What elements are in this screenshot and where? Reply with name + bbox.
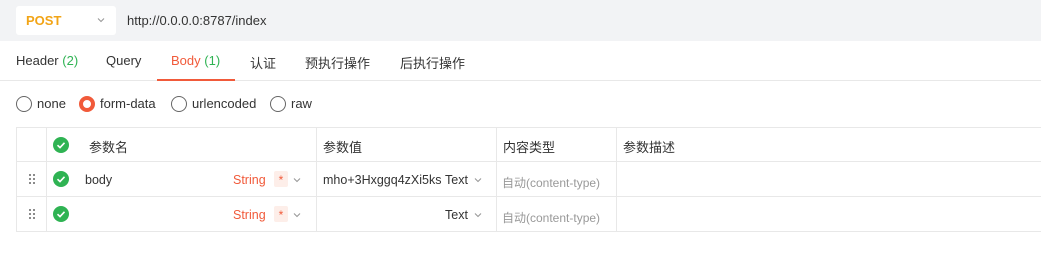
tab-pre-request[interactable]: 预执行操作 (305, 53, 370, 72)
radio-label: urlencoded (192, 96, 257, 111)
table-border (16, 127, 17, 232)
value-type-select[interactable]: Text (445, 173, 468, 187)
value-type-select[interactable]: Text (445, 208, 468, 222)
radio-circle (270, 96, 286, 112)
row-enabled-check-icon[interactable] (53, 206, 69, 222)
radio-label: none (37, 96, 66, 111)
tab-count: (1) (204, 53, 221, 68)
column-header-name: 参数名 (89, 140, 129, 155)
url-bar: POST http://0.0.0.0:8787/index (0, 0, 1041, 41)
radio-raw[interactable]: raw (270, 95, 315, 113)
table-border (616, 127, 617, 232)
param-value-input[interactable]: mho+3Hxggq4zXi5ks (323, 173, 441, 187)
table-border (316, 127, 317, 232)
tab-label: Header (16, 53, 59, 68)
column-header-value: 参数值 (323, 140, 363, 155)
url-input[interactable]: http://0.0.0.0:8787/index (127, 13, 267, 28)
required-toggle[interactable]: * (274, 206, 288, 222)
tab-header[interactable]: Header (2) (16, 53, 78, 68)
table-border (16, 196, 1041, 197)
chevron-down-icon[interactable] (292, 175, 302, 185)
row-enabled-check-icon[interactable] (53, 171, 69, 187)
column-header-description: 参数描述 (623, 140, 676, 155)
param-type-select[interactable]: String (233, 173, 266, 187)
params-table: 参数名 参数值 内容类型 参数描述 body String * mho+3Hxg… (16, 127, 1041, 232)
method-label: POST (26, 13, 62, 28)
tab-body[interactable]: Body (1) (171, 53, 220, 68)
table-border (46, 127, 47, 232)
chevron-down-icon[interactable] (473, 210, 483, 220)
radio-circle (16, 96, 32, 112)
tab-auth[interactable]: 认证 (250, 53, 276, 72)
radio-circle-selected (79, 96, 95, 112)
param-type-select[interactable]: String (233, 208, 266, 222)
tab-label: 认证 (250, 56, 277, 71)
tab-label: Query (106, 53, 142, 68)
content-type-input[interactable]: 自动(content-type) (502, 174, 600, 191)
chevron-down-icon (97, 18, 105, 23)
drag-handle-icon[interactable] (27, 208, 37, 220)
radio-label: raw (291, 96, 312, 111)
tab-count: (2) (62, 53, 79, 68)
tab-label: 预执行操作 (305, 56, 371, 71)
check-all-icon[interactable] (53, 137, 69, 153)
table-border (496, 127, 497, 232)
active-tab-indicator (157, 79, 235, 81)
tab-label: Body (171, 53, 201, 68)
required-toggle[interactable]: * (274, 171, 288, 187)
column-header-content-type: 内容类型 (503, 140, 556, 155)
tab-post-request[interactable]: 后执行操作 (400, 53, 465, 72)
tab-label: 后执行操作 (400, 56, 466, 71)
table-border (16, 231, 1041, 232)
chevron-down-icon[interactable] (473, 175, 483, 185)
table-border (16, 127, 1041, 128)
drag-handle-icon[interactable] (27, 173, 37, 185)
param-name-input[interactable]: body (85, 173, 112, 187)
method-select[interactable]: POST (16, 6, 116, 35)
radio-urlencoded[interactable]: urlencoded (171, 95, 261, 113)
radio-label: form-data (100, 96, 156, 111)
radio-circle (171, 96, 187, 112)
radio-form-data[interactable]: form-data (79, 95, 161, 113)
request-tabs: Header (2) Query Body (1) 认证 预执行操作 后执行操作 (0, 41, 1041, 81)
chevron-down-icon[interactable] (292, 210, 302, 220)
table-border (16, 161, 1041, 162)
content-type-input[interactable]: 自动(content-type) (502, 209, 600, 226)
tab-query[interactable]: Query (106, 53, 141, 68)
radio-none[interactable]: none (16, 95, 68, 113)
